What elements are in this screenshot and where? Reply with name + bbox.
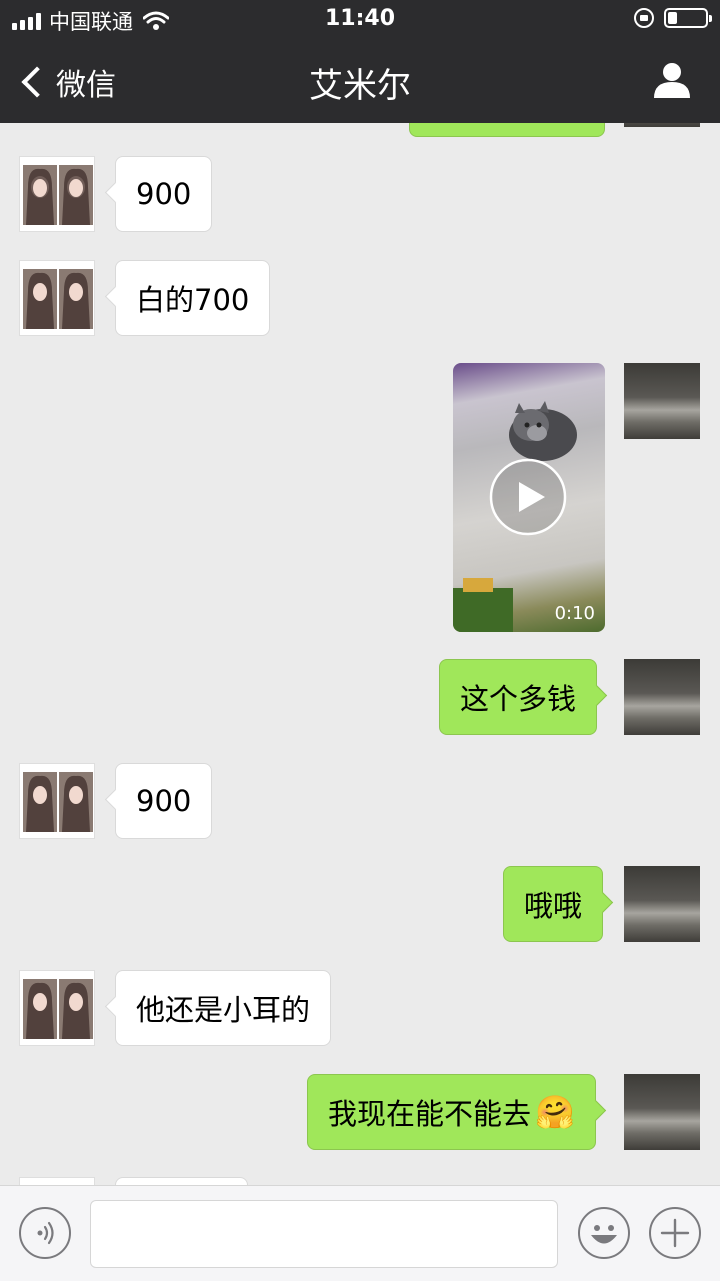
message-text: 900 (136, 784, 192, 818)
message-text: 我现在能不能去 (328, 1097, 532, 1131)
message-bubble-partial (115, 1177, 248, 1185)
status-bar: 中国联通 11:40 (0, 0, 720, 40)
message-bubble[interactable]: 他还是小耳的 (115, 970, 332, 1046)
my-avatar[interactable] (624, 866, 700, 942)
message-bubble[interactable]: 900 (115, 156, 213, 232)
my-avatar[interactable] (624, 659, 700, 735)
my-avatar[interactable] (624, 123, 700, 127)
video-duration: 0:10 (554, 603, 595, 624)
contact-avatar[interactable] (19, 260, 95, 336)
hugging-face-emoji: 🤗 (535, 1093, 575, 1131)
contact-avatar[interactable] (19, 156, 95, 232)
person-icon[interactable] (652, 60, 692, 100)
message-bubble-partial (409, 123, 605, 137)
rotation-lock-icon (634, 8, 654, 28)
message-bubble[interactable]: 哦哦 (503, 866, 604, 942)
voice-icon[interactable] (18, 1206, 72, 1260)
my-avatar[interactable] (624, 1074, 700, 1150)
message-bubble[interactable]: 900 (115, 763, 213, 839)
contact-avatar[interactable] (19, 970, 95, 1046)
video-message[interactable]: 0:10 (453, 363, 605, 632)
plus-icon[interactable] (648, 1206, 702, 1260)
my-avatar[interactable] (624, 363, 700, 439)
message-text: 他还是小耳的 (136, 993, 311, 1027)
chat-title: 艾米尔 (309, 66, 411, 106)
message-text: 白的700 (136, 283, 250, 317)
chat-area[interactable]: 900 白的700 0:10 这个多钱 900 哦哦 他还是小耳的 我现在能不能… (0, 123, 720, 1185)
message-bubble[interactable]: 这个多钱 (439, 659, 598, 735)
contact-avatar-partial[interactable] (19, 1177, 95, 1185)
play-icon[interactable] (489, 458, 567, 536)
battery-icon (664, 8, 712, 28)
message-input[interactable] (90, 1200, 558, 1268)
contact-photo (23, 772, 93, 832)
message-text: 哦哦 (524, 889, 583, 923)
message-text: 这个多钱 (460, 682, 577, 716)
input-bar (0, 1185, 720, 1281)
nav-bar: 微信 艾米尔 (0, 40, 720, 123)
contact-photo (23, 979, 93, 1039)
contact-avatar[interactable] (19, 763, 95, 839)
emoji-icon[interactable] (577, 1206, 631, 1260)
clock: 11:40 (324, 6, 396, 31)
message-bubble[interactable]: 白的700 (115, 260, 271, 336)
contact-photo (23, 165, 93, 225)
contact-photo (23, 269, 93, 329)
message-text: 900 (136, 177, 192, 211)
message-bubble[interactable]: 我现在能不能去 🤗 (307, 1074, 596, 1150)
